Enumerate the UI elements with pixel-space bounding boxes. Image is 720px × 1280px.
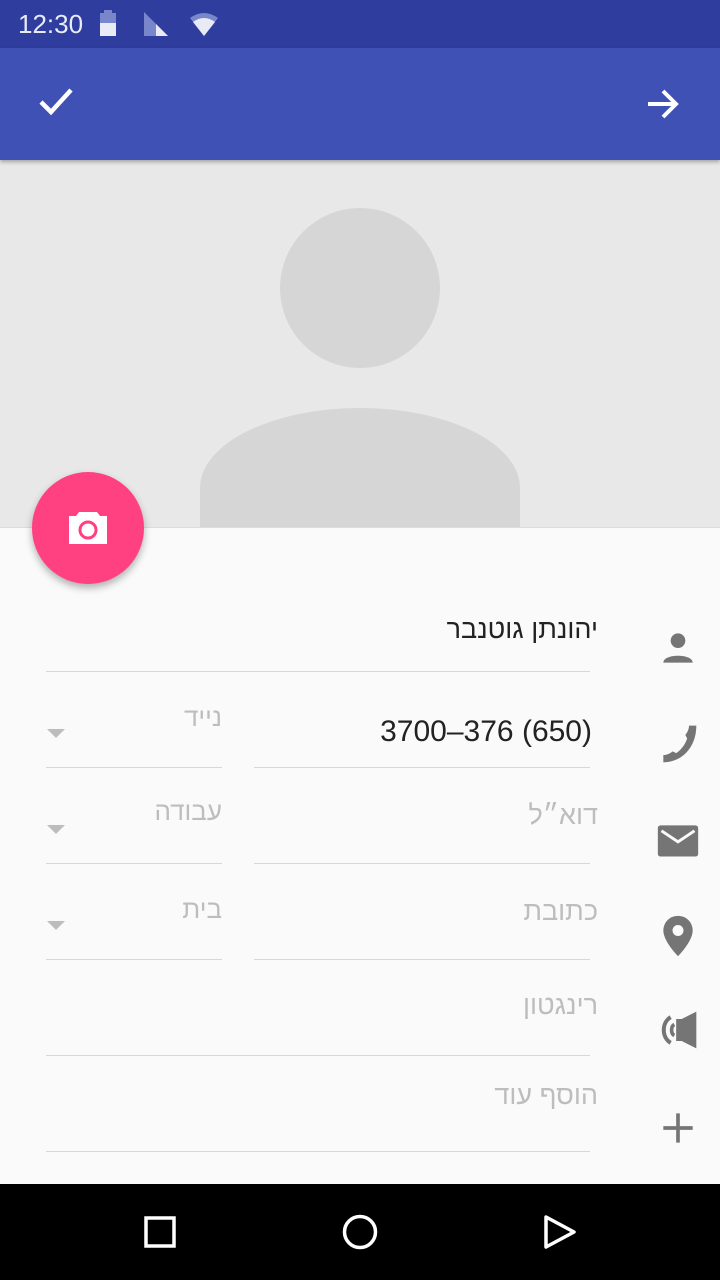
divider (254, 767, 590, 768)
silhouette-body (200, 408, 520, 527)
check-icon[interactable] (38, 86, 74, 116)
address-type-spinner[interactable]: בית (60, 894, 222, 925)
divider (254, 863, 590, 864)
wifi-icon (190, 13, 218, 36)
home-button[interactable] (342, 1214, 378, 1250)
clock: 12:30 (18, 9, 84, 39)
person-icon (663, 633, 693, 663)
ringtone-icon (661, 1011, 697, 1049)
phone-field[interactable]: (650) 376‒3700 (254, 715, 592, 749)
back-button[interactable] (542, 1214, 578, 1250)
phone-type-spinner[interactable]: נייד (60, 702, 222, 733)
location-icon (663, 915, 693, 957)
divider (46, 767, 222, 768)
name-field[interactable]: יהונתן גוטנבר (46, 614, 598, 645)
recents-button[interactable] (144, 1216, 176, 1248)
phone-icon (663, 725, 697, 763)
status-bar: 12:30 (0, 0, 720, 48)
battery-icon (100, 10, 116, 36)
email-field[interactable]: דוא״ל (254, 800, 598, 831)
divider (46, 863, 222, 864)
divider (46, 1055, 590, 1056)
signal-icon (144, 12, 168, 36)
divider (254, 959, 590, 960)
divider (46, 959, 222, 960)
camera-icon (69, 512, 107, 544)
divider (46, 1151, 590, 1152)
dropdown-icon[interactable] (47, 825, 65, 834)
ringtone-field[interactable]: רינגטון (46, 990, 598, 1021)
add-icon[interactable] (656, 1106, 700, 1150)
dropdown-icon[interactable] (47, 921, 65, 930)
divider (46, 671, 590, 672)
arrow-forward-icon[interactable] (646, 88, 680, 120)
silhouette-head (280, 208, 440, 368)
dropdown-icon[interactable] (47, 729, 65, 738)
change-photo-button[interactable] (32, 472, 144, 584)
app-bar (0, 48, 720, 160)
address-field[interactable]: כתובת (254, 896, 598, 927)
email-icon (657, 825, 699, 857)
add-more-field[interactable]: הוסף עוד (46, 1080, 598, 1111)
contact-photo[interactable] (0, 160, 720, 528)
email-type-spinner[interactable]: עבודה (60, 796, 222, 827)
navigation-bar (0, 1184, 720, 1280)
